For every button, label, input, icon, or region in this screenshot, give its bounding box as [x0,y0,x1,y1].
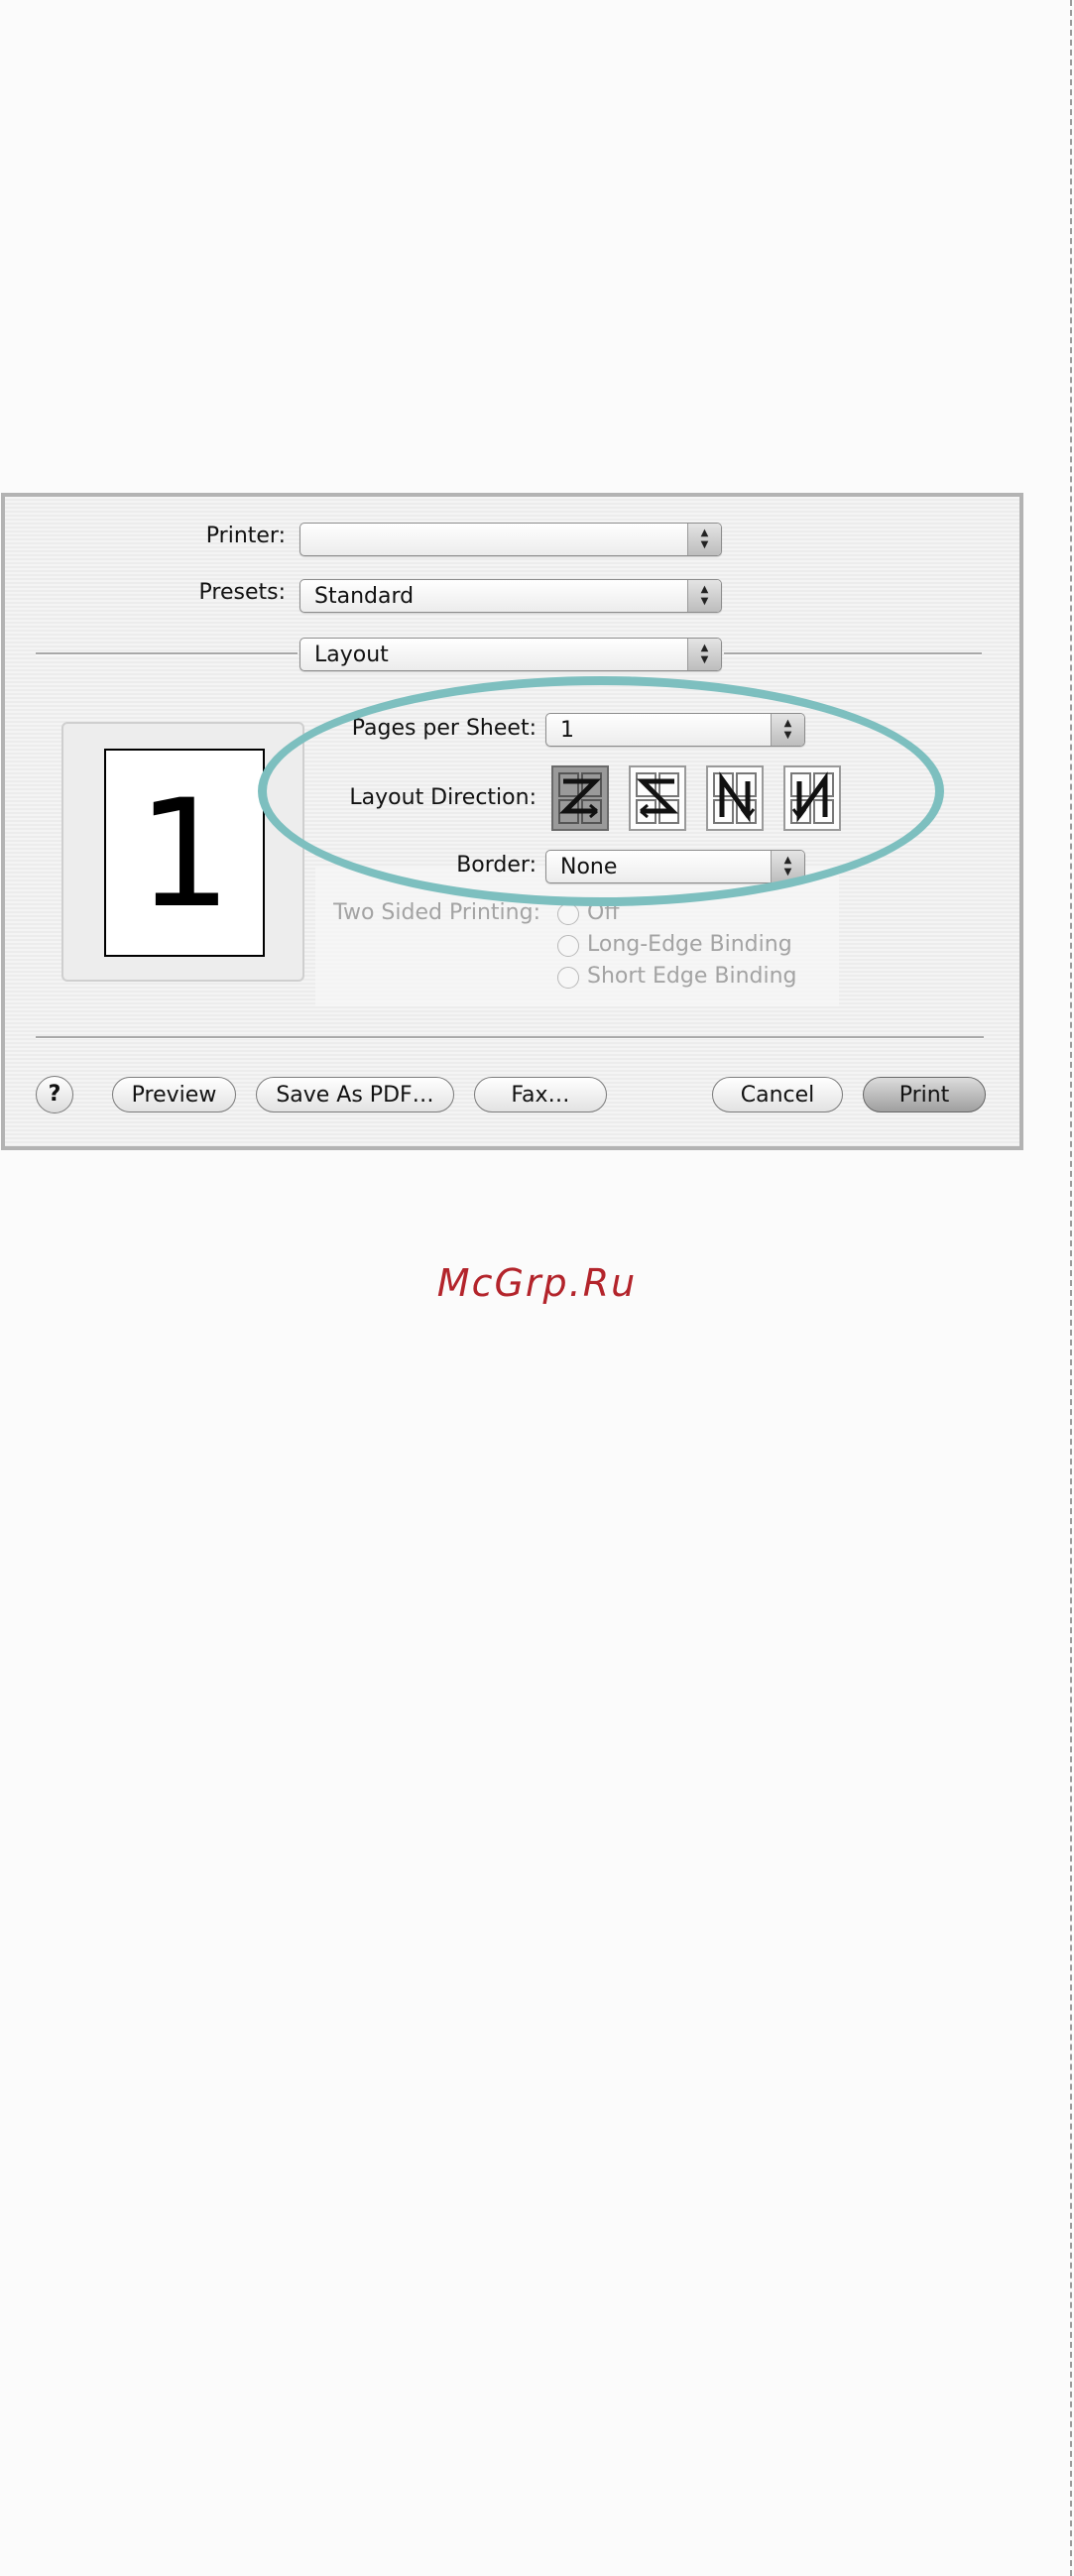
separator-right [724,652,982,655]
long-edge-binding-radio[interactable] [557,935,579,957]
popup-arrows-icon: ▲ ▼ [687,524,721,555]
popup-arrows-icon: ▲ ▼ [687,580,721,612]
cancel-button[interactable]: Cancel [712,1077,843,1112]
help-button[interactable]: ? [36,1076,73,1113]
printer-label: Printer: [205,524,286,548]
presets-label: Presets: [198,580,286,605]
printer-popup[interactable]: ▲ ▼ [299,523,722,556]
short-edge-binding-radio[interactable] [557,967,579,989]
panel-popup[interactable]: Layout ▲ ▼ [299,638,722,671]
two-sided-label: Two Sided Printing: [333,900,540,925]
popup-arrows-icon: ▲ ▼ [687,639,721,670]
preview-button[interactable]: Preview [112,1077,236,1112]
presets-popup[interactable]: Standard ▲ ▼ [299,579,722,613]
fax-button[interactable]: Fax… [474,1077,607,1112]
save-as-pdf-button[interactable]: Save As PDF… [256,1077,454,1112]
preview-sheet: 1 [104,749,265,957]
panel-value: Layout [314,643,389,667]
bottom-separator [36,1036,984,1039]
highlight-ellipse [258,676,944,906]
separator-left [36,652,298,655]
two-sided-off-radio[interactable] [557,903,579,925]
short-edge-binding-label: Short Edge Binding [587,964,797,989]
print-button[interactable]: Print [863,1077,986,1112]
watermark-text: McGrp.Ru [436,1261,638,1305]
presets-value: Standard [314,584,415,609]
long-edge-binding-label: Long-Edge Binding [587,932,792,957]
